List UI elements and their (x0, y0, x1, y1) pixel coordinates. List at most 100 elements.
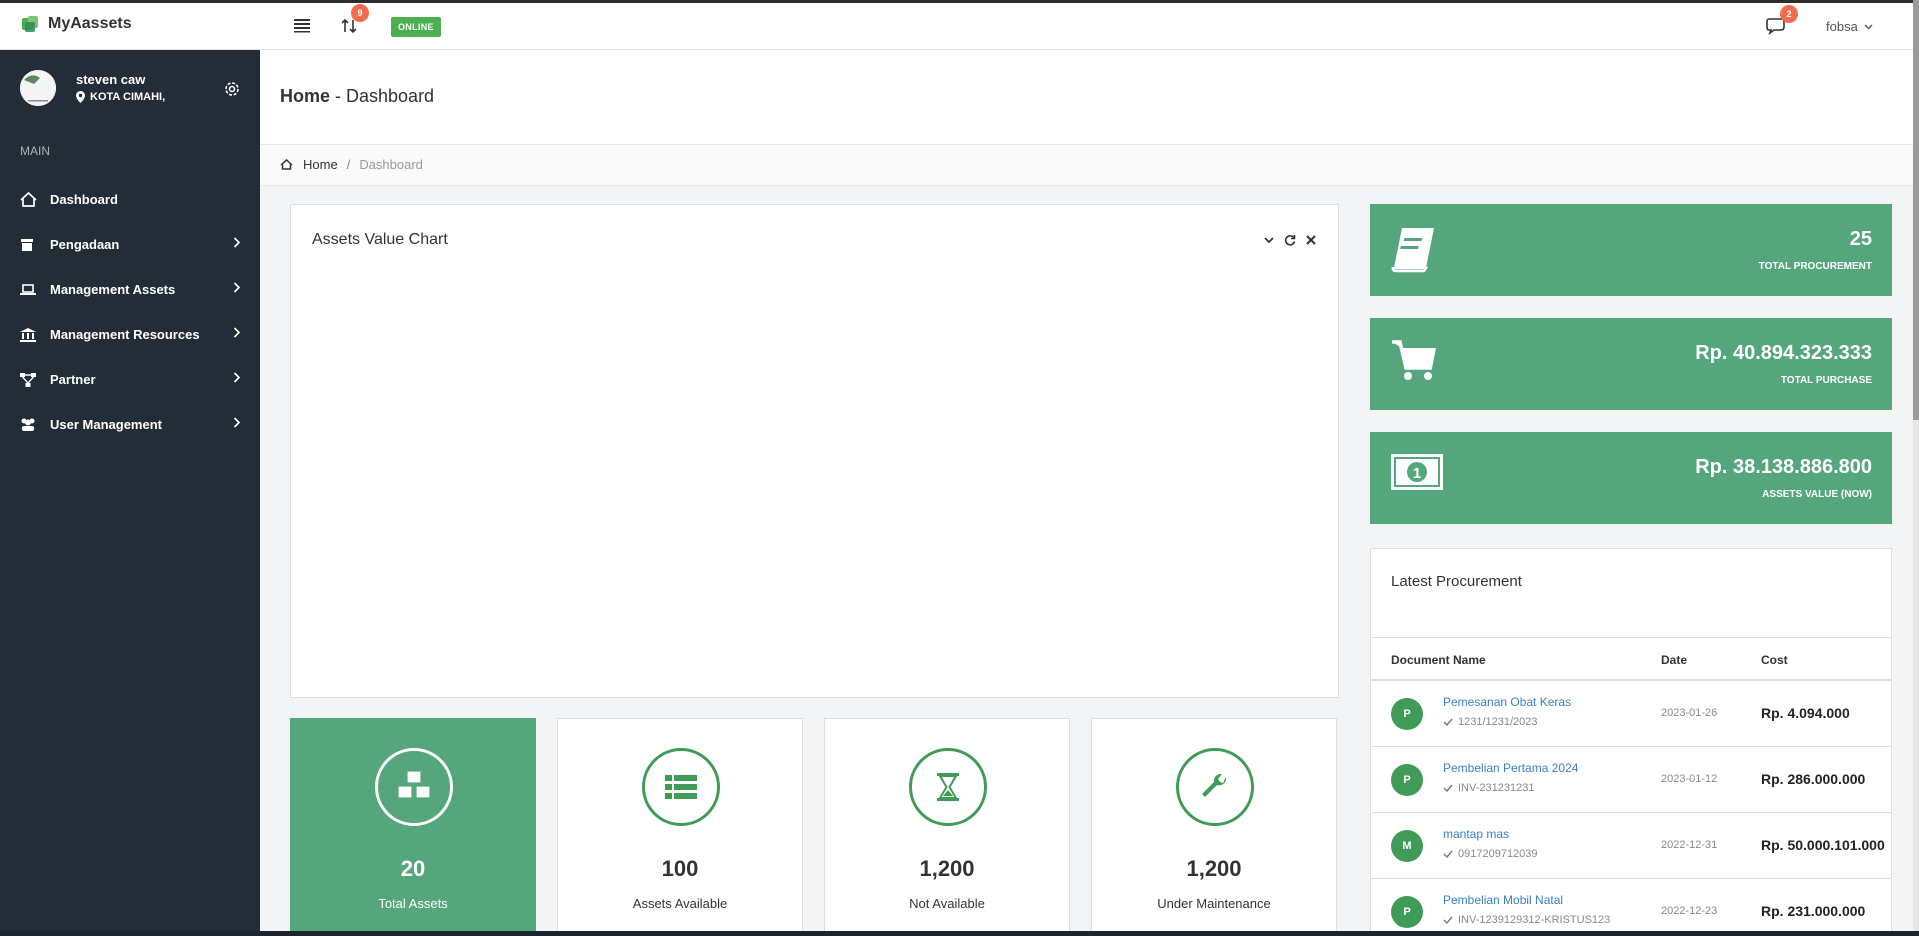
sidebar-item-label: Management Assets (50, 282, 176, 297)
app-logo[interactable]: MyAassets (20, 14, 132, 34)
sidebar-item-management-assets[interactable]: Management Assets (0, 267, 260, 312)
row-avatar: M (1391, 830, 1423, 862)
document-link[interactable]: Pembelian Pertama 2024 (1443, 761, 1578, 775)
chat-badge: 2 (1780, 5, 1798, 23)
card-title: Assets Value Chart (312, 231, 448, 248)
document-link[interactable]: Pemesanan Obat Keras (1443, 695, 1571, 709)
bank-icon (20, 327, 44, 342)
stat-card-under-maintenance[interactable]: 1,200 Under Maintenance (1091, 718, 1337, 931)
document-link[interactable]: mantap mas (1443, 827, 1509, 841)
collapse-button[interactable] (1264, 236, 1274, 244)
summary-card-assets-value[interactable]: 1 Rp. 38.138.886.800 ASSETS VALUE (NOW) (1370, 432, 1892, 524)
avatar[interactable] (20, 70, 56, 106)
breadcrumb-current: Dashboard (359, 157, 423, 172)
user-menu[interactable]: fobsa (1826, 19, 1873, 34)
stat-card-total-assets[interactable]: 20 Total Assets (290, 718, 536, 931)
app-name: MyAassets (48, 15, 132, 32)
document-number: INV-231231231 (1443, 782, 1534, 794)
breadcrumb-trail: Home / Dashboard (280, 157, 423, 172)
chevron-right-icon (233, 417, 240, 428)
summary-card-total-purchase[interactable]: Rp. 40.894.323.333 TOTAL PURCHASE (1370, 318, 1892, 410)
sidebar-item-label: Partner (50, 372, 96, 387)
document-number-text: INV-231231231 (1458, 782, 1535, 794)
stat-value: 100 (661, 856, 699, 881)
profile-settings-button[interactable] (223, 80, 241, 103)
chevron-down-icon (1864, 24, 1873, 29)
breadcrumb: Home / Dashboard (260, 144, 1913, 186)
menu-toggle-button[interactable] (293, 17, 311, 38)
sidebar-nav: Dashboard Pengadaan Management Assets Ma… (0, 177, 260, 447)
check-icon (1443, 784, 1453, 792)
stat-label: Under Maintenance (1157, 896, 1271, 911)
check-icon (1443, 850, 1453, 858)
document-number: INV-1239129312-KRISTUS123 (1443, 914, 1610, 926)
status-badge: ONLINE (391, 17, 441, 37)
map-marker-icon (76, 91, 85, 103)
page-scrollbar[interactable] (1913, 0, 1919, 931)
row-date: 2023-01-26 (1661, 707, 1718, 719)
sidebar-item-dashboard[interactable]: Dashboard (0, 177, 260, 222)
check-icon (1443, 718, 1453, 726)
breadcrumb-separator: / (346, 157, 351, 172)
row-cost: Rp. 286.000.000 (1761, 771, 1866, 787)
document-link[interactable]: Pembelian Mobil Natal (1443, 893, 1563, 907)
stat-card-not-available[interactable]: 1,200 Not Available (824, 718, 1070, 931)
hourglass-icon (909, 748, 987, 826)
sidebar-item-management-resources[interactable]: Management Resources (0, 312, 260, 357)
sidebar-item-label: Pengadaan (50, 237, 120, 252)
chat-button[interactable]: 2 (1766, 5, 1798, 40)
table-row: P Pembelian Mobil Natal INV-1239129312-K… (1371, 879, 1891, 931)
document-number: 0917209712039 (1443, 848, 1538, 860)
sidebar-item-label: Management Resources (50, 327, 200, 342)
money-icon: 1 (1391, 454, 1443, 490)
sidebar-profile: steven caw KOTA CIMAHI, (20, 70, 245, 110)
stat-card-assets-available[interactable]: 100 Assets Available (557, 718, 803, 931)
stat-value: 1,200 (1186, 856, 1242, 881)
sidebar-item-label: User Management (50, 417, 162, 432)
list-icon (642, 748, 720, 826)
row-avatar: P (1391, 698, 1423, 730)
profile-location: KOTA CIMAHI, (76, 91, 165, 103)
column-header: Date (1661, 653, 1688, 667)
breadcrumb-home[interactable]: Home (303, 157, 338, 172)
close-button[interactable] (1306, 235, 1316, 245)
home-icon (280, 159, 293, 170)
laptop-icon (20, 283, 44, 296)
sidebar-section-label: MAIN (20, 144, 50, 158)
document-number-text: 1231/1231/2023 (1458, 716, 1538, 728)
scrollbar-thumb[interactable] (1913, 0, 1919, 420)
cubes-icon (375, 748, 453, 826)
sidebar-item-pengadaan[interactable]: Pengadaan (0, 222, 260, 267)
profile-name: steven caw (76, 72, 146, 87)
stat-value: 20 (400, 856, 426, 881)
assets-value-chart-card: Assets Value Chart (290, 204, 1339, 698)
row-date: 2023-01-12 (1661, 773, 1718, 785)
refresh-button[interactable] (1284, 234, 1296, 246)
summary-card-total-procurement[interactable]: 25 TOTAL PROCUREMENT (1370, 204, 1892, 296)
home-icon (20, 192, 44, 207)
column-header: Document Name (1391, 653, 1486, 667)
summary-value: 25 (1849, 228, 1872, 250)
sidebar-item-partner[interactable]: Partner (0, 357, 260, 402)
stat-value: 1,200 (919, 856, 975, 881)
row-cost: Rp. 4.094.000 (1761, 705, 1850, 721)
card-title: Latest Procurement (1391, 573, 1522, 590)
row-cost: Rp. 231.000.000 (1761, 903, 1866, 919)
stat-label: Not Available (909, 896, 985, 911)
column-header: Cost (1761, 653, 1788, 667)
table-row: P Pemesanan Obat Keras 1231/1231/2023 20… (1371, 681, 1891, 747)
network-icon (20, 372, 44, 387)
chevron-right-icon (233, 282, 240, 293)
summary-label: ASSETS VALUE (NOW) (1762, 489, 1872, 500)
sidebar-item-label: Dashboard (50, 192, 118, 207)
document-number: 1231/1231/2023 (1443, 716, 1538, 728)
sidebar-item-user-management[interactable]: User Management (0, 402, 260, 447)
gear-icon (225, 82, 239, 96)
row-cost: Rp. 50.000.101.000 (1761, 837, 1885, 853)
latest-procurement-card: Latest Procurement Document Name Date Co… (1370, 548, 1892, 931)
user-name: fobsa (1826, 19, 1858, 34)
transfer-button[interactable]: 9 (341, 4, 369, 40)
hamburger-icon (294, 19, 310, 33)
users-icon (20, 418, 44, 431)
check-icon (1443, 916, 1453, 924)
